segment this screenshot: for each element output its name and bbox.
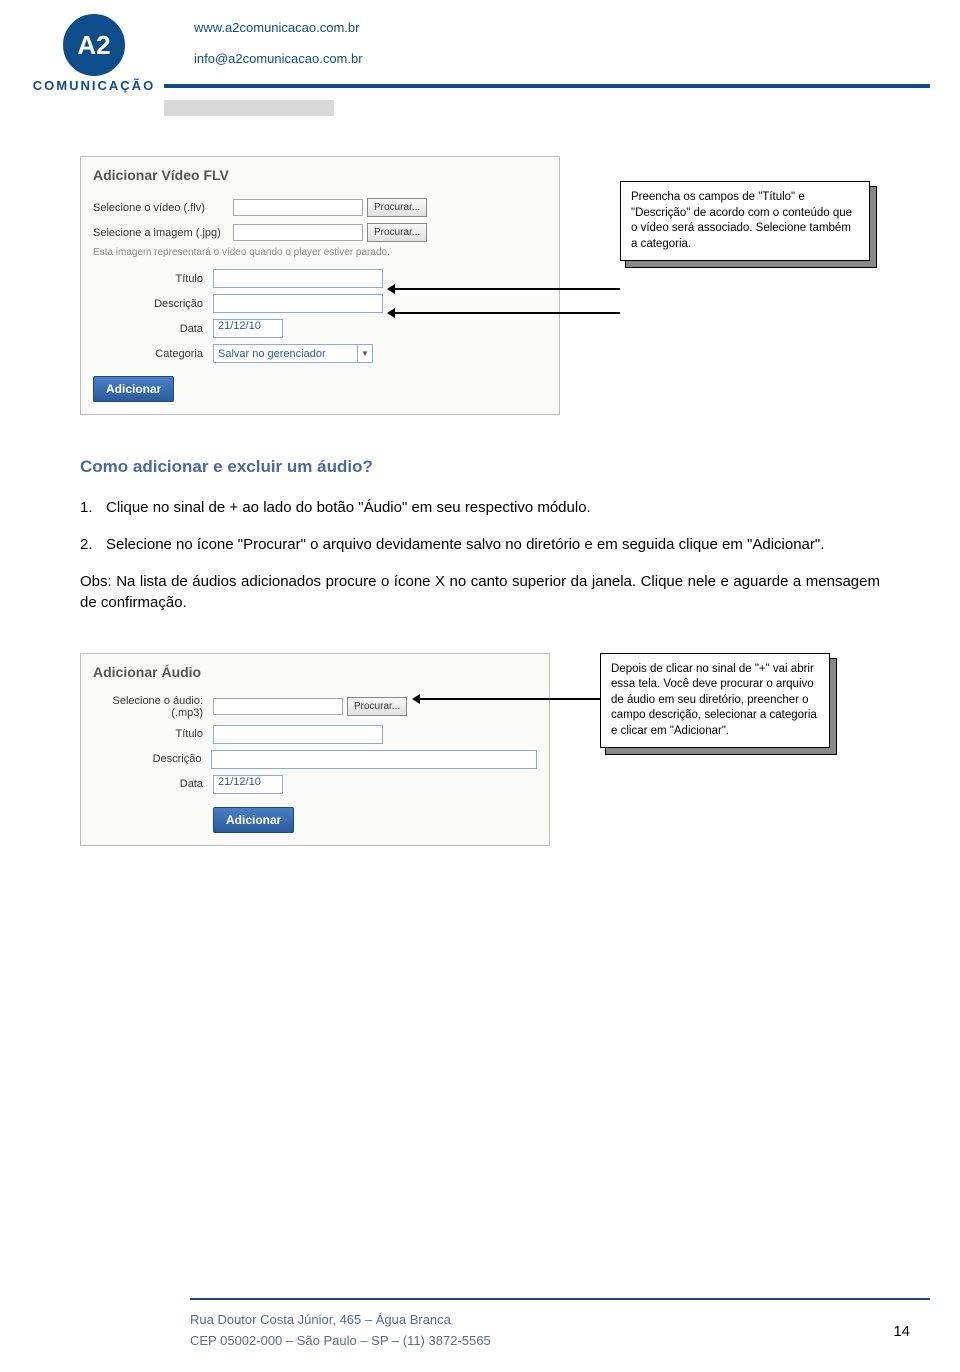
titulo-label: Título [93,273,213,285]
audio-titulo-input[interactable] [213,725,383,744]
procurar-image-btn[interactable]: Procurar... [367,223,427,242]
video-form-title: Adicionar Vídeo FLV [81,157,559,195]
chevron-down-icon: ▼ [357,345,372,362]
video-form-panel: Adicionar Vídeo FLV Selecione o vídeo (.… [80,156,560,415]
descricao-input[interactable] [213,294,383,313]
select-image-label: Selecione a imagem (.jpg) [93,227,233,239]
audio-descricao-label: Descrição [93,753,211,765]
procurar-video-btn[interactable]: Procurar... [367,198,427,217]
header-links: www.a2comunicacao.com.br info@a2comunica… [194,20,960,66]
callout-audio: Depois de clicar no sinal de "+" vai abr… [600,653,830,749]
item1-text: Clique no sinal de + ao lado do botão "Á… [106,497,880,518]
footer-rule [190,1298,930,1300]
titulo-input[interactable] [213,269,383,288]
video-file-input[interactable] [233,199,363,216]
obs-text: Obs: Na lista de áudios adicionados proc… [80,571,880,613]
footer-contact: CEP 05002-000 – São Paulo – SP – (11) 38… [190,1331,930,1352]
arrow-to-titulo [390,288,620,290]
audio-titulo-label: Título [93,728,213,740]
data-input[interactable]: 21/12/10 [213,319,283,338]
logo-circle: A2 [63,14,125,76]
descricao-label: Descrição [93,298,213,310]
footer-address: Rua Doutor Costa Júnior, 465 – Água Bran… [190,1310,930,1331]
section-heading: Como adicionar e excluir um áudio? [80,455,880,479]
callout-video: Preencha os campos de "Título" e "Descri… [620,181,870,261]
audio-data-label: Data [93,778,213,790]
logo-subtitle: COMUNICAÇÃO [24,78,164,93]
adicionar-video-button[interactable]: Adicionar [93,376,174,402]
arrow-to-audio-procurar [415,698,600,700]
logo: A2 COMUNICAÇÃO [24,14,164,93]
image-file-input[interactable] [233,224,363,241]
page-number: 14 [893,1323,910,1340]
audio-file-input[interactable] [213,698,343,715]
categoria-select[interactable]: Salvar no gerenciador ▼ [213,344,373,363]
header-url: www.a2comunicacao.com.br [194,20,960,35]
arrow-to-descricao [390,312,620,314]
header-rule [164,84,930,88]
item1-num: 1. [80,497,106,518]
data-label: Data [93,323,213,335]
audio-form-panel: Adicionar Áudio Selecione o áudio: (.mp3… [80,653,550,846]
procurar-audio-btn[interactable]: Procurar... [347,697,407,716]
page-header: A2 COMUNICAÇÃO www.a2comunicacao.com.br … [0,0,960,116]
audio-form-title: Adicionar Áudio [81,654,549,692]
categoria-value: Salvar no gerenciador [214,348,357,360]
adicionar-audio-button[interactable]: Adicionar [213,807,294,833]
grey-bar [164,100,334,116]
categoria-label: Categoria [93,348,213,360]
audio-descricao-input[interactable] [211,750,537,769]
item2-num: 2. [80,534,106,555]
audio-data-input[interactable]: 21/12/10 [213,775,283,794]
image-hint: Esta imagem representará o vídeo quando … [81,245,559,266]
header-email: info@a2comunicacao.com.br [194,51,960,66]
select-video-label: Selecione o vídeo (.flv) [93,202,233,214]
item2-text: Selecione no ícone "Procurar" o arquivo … [106,534,880,555]
page-footer: Rua Doutor Costa Júnior, 465 – Água Bran… [0,1298,960,1372]
select-audio-label: Selecione o áudio: (.mp3) [93,695,213,719]
